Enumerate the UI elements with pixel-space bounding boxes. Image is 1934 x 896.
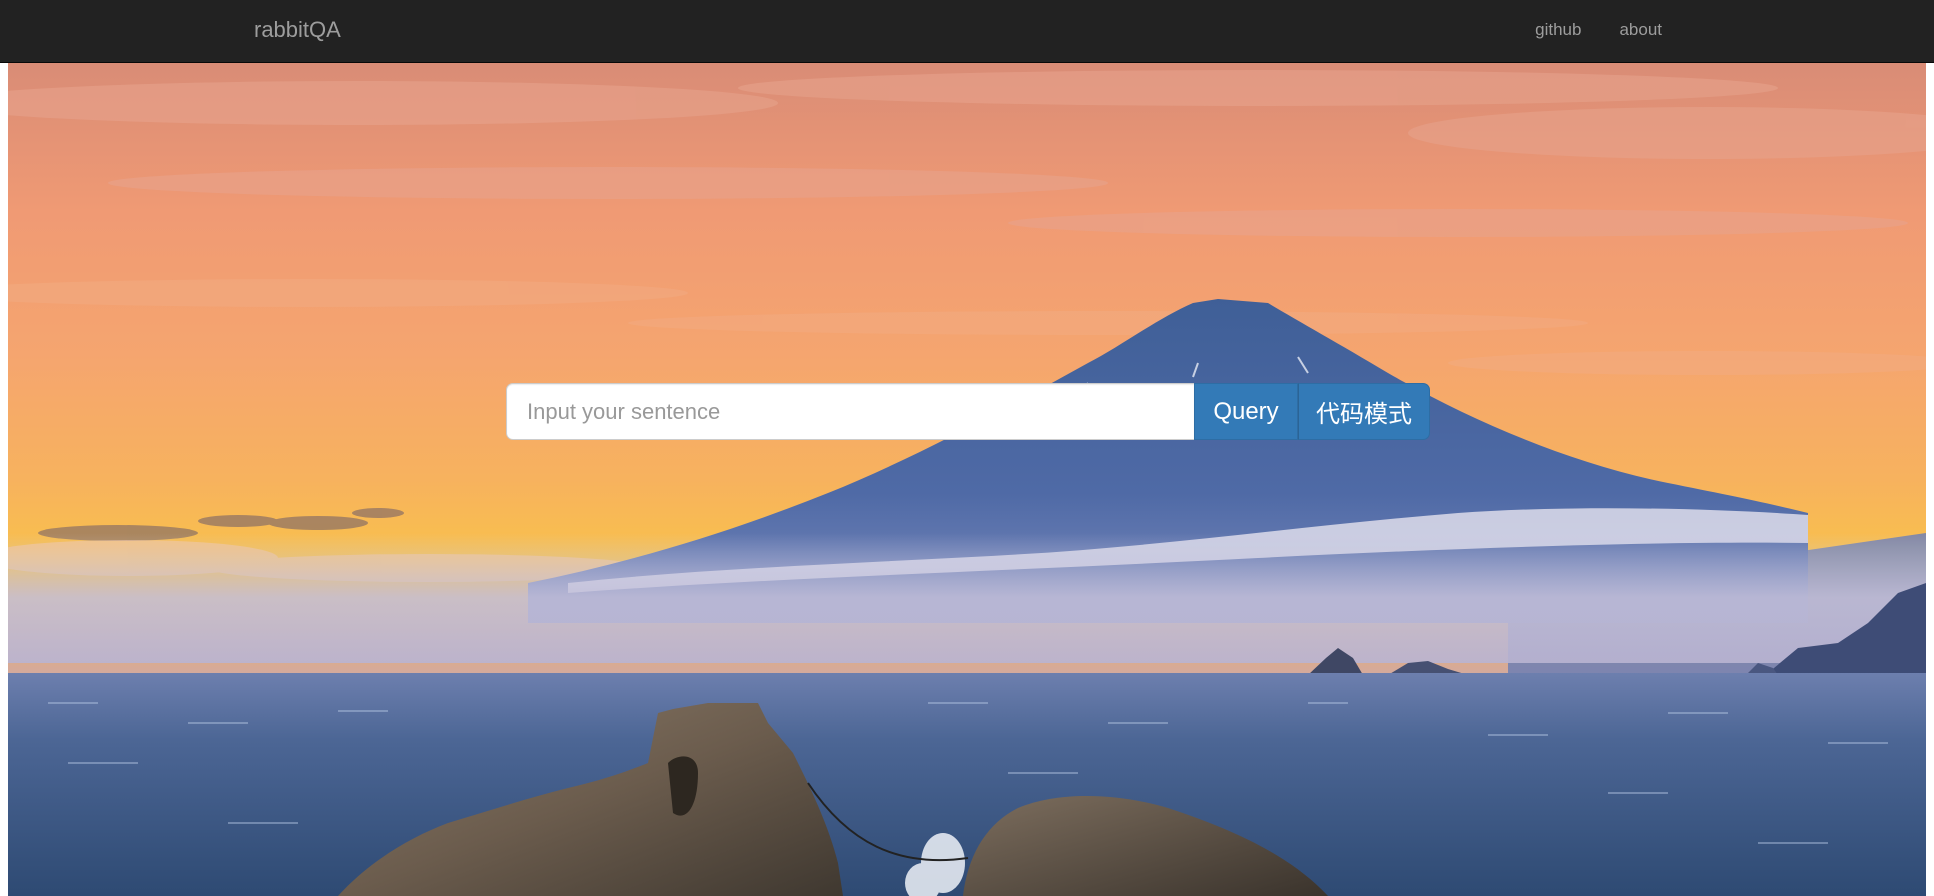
nav-link-github[interactable]: github: [1535, 0, 1581, 62]
brand-link[interactable]: rabbitQA: [254, 0, 341, 62]
search-group: Query 代码模式: [506, 383, 1430, 440]
page: rabbitQA github about Input your sentenc…: [0, 0, 1934, 896]
mountain-sea-sunset-illustration: [8, 63, 1926, 896]
hero-background-image: [8, 63, 1926, 896]
nav-links: github about: [1535, 0, 1662, 62]
nav-link-about[interactable]: about: [1619, 0, 1662, 62]
sentence-input[interactable]: [506, 383, 1194, 440]
top-navbar: rabbitQA github about: [0, 0, 1934, 63]
code-mode-button[interactable]: 代码模式: [1298, 383, 1430, 440]
query-button[interactable]: Query: [1194, 383, 1298, 440]
